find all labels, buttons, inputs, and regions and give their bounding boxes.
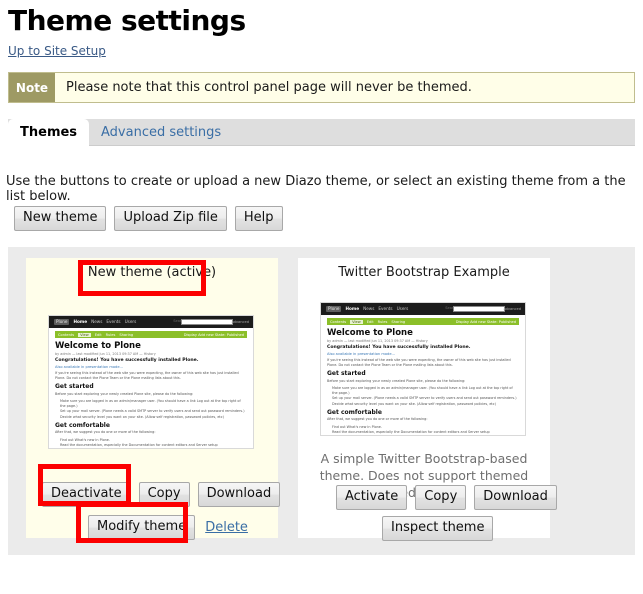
- thumb-nav-news: News: [91, 319, 102, 325]
- theme-card-title: New theme (active): [26, 265, 278, 280]
- thumb-edit-tab-sharing: Sharing: [391, 320, 405, 324]
- note-message: Please note that this control panel page…: [55, 73, 634, 102]
- thumb-top-bar: Plone Home News Events Users Search... a…: [321, 303, 525, 315]
- thumb-list-item: Set up your mail server. (Plone needs a …: [55, 409, 247, 414]
- thumb-meta: by admin — last modified Jun 11, 2013 09…: [327, 339, 519, 343]
- copy-button[interactable]: Copy: [139, 482, 190, 507]
- inspect-theme-button[interactable]: Inspect theme: [382, 516, 493, 541]
- thumb-get-started-paragraph: Before you start exploring your newly cr…: [327, 379, 519, 384]
- thumb-congrats: Congratulations! You have successfully i…: [55, 358, 247, 363]
- thumb-logo: Plone: [54, 319, 69, 325]
- thumb-presentation-link: Also available in presentation mode…: [327, 352, 519, 356]
- thumb-get-started-heading: Get started: [327, 370, 519, 377]
- thumb-nav-home: Home: [345, 306, 359, 312]
- tab-bar: Themes Advanced settings: [8, 119, 635, 146]
- thumb-edit-tab-edit: Edit: [95, 333, 102, 337]
- thumb-search-field: [453, 306, 505, 312]
- thumb-get-comfortable-paragraph: After that, we suggest you do one or mor…: [55, 430, 247, 435]
- theme-card-secondary-actions: Inspect theme: [382, 516, 493, 541]
- theme-card-secondary-actions: Modify theme Delete: [88, 515, 248, 540]
- thumb-nav-home: Home: [73, 319, 87, 325]
- thumb-nav-events: Events: [106, 319, 120, 325]
- tab-themes[interactable]: Themes: [8, 119, 89, 146]
- thumb-top-bar: Plone Home News Events Users Search... a…: [49, 316, 253, 328]
- thumb-list-item: Read the documentation, especially the D…: [327, 430, 519, 436]
- thumb-list-item: Read the documentation, especially the D…: [55, 443, 247, 449]
- theme-card-new-theme[interactable]: New theme (active) Plone Home News Event…: [26, 258, 278, 538]
- thumb-nav-news: News: [363, 306, 374, 312]
- thumb-intro-paragraph: If you're seeing this instead of the web…: [55, 371, 247, 380]
- delete-link[interactable]: Delete: [205, 520, 248, 535]
- thumb-edit-bar: Contents View Edit Rules Sharing Display…: [327, 318, 519, 325]
- thumb-congrats: Congratulations! You have successfully i…: [327, 345, 519, 350]
- themes-panel: New theme (active) Plone Home News Event…: [8, 247, 635, 555]
- theme-preview-thumbnail: Plone Home News Events Users Search... a…: [48, 315, 254, 449]
- thumb-list-item: Decide what security level you want on y…: [327, 402, 519, 407]
- up-to-site-setup-link[interactable]: Up to Site Setup: [8, 44, 106, 58]
- thumb-edit-tab-view: View: [350, 320, 363, 324]
- thumb-list-item: Make sure you are logged in as an admin/…: [327, 386, 519, 395]
- thumb-edit-menus: Display Add new State: Published: [184, 333, 244, 337]
- download-button[interactable]: Download: [198, 482, 281, 507]
- theme-card-twitter-bootstrap-example[interactable]: Twitter Bootstrap Example Plone Home New…: [298, 258, 550, 538]
- thumb-search-field: [181, 319, 233, 325]
- thumb-presentation-link: Also available in presentation mode…: [55, 365, 247, 369]
- toolbar: New theme Upload Zip file Help: [14, 206, 283, 231]
- thumb-get-comfortable-heading: Get comfortable: [327, 409, 519, 416]
- theme-card-primary-actions: Deactivate Copy Download: [42, 482, 280, 507]
- thumb-nav-events: Events: [378, 306, 392, 312]
- thumb-edit-tab-view: View: [78, 333, 91, 337]
- theme-card-primary-actions: Activate Copy Download: [336, 485, 557, 510]
- page-title: Theme settings: [8, 6, 246, 36]
- download-button[interactable]: Download: [474, 485, 557, 510]
- thumb-get-started-paragraph: Before you start exploring your newly cr…: [55, 392, 247, 397]
- thumb-list-item: Find out What's new in Plone.: [327, 425, 519, 430]
- tab-advanced-settings[interactable]: Advanced settings: [89, 119, 233, 146]
- thumb-nav-users: Users: [397, 306, 409, 312]
- thumb-edit-tab-contents: Contents: [330, 320, 346, 324]
- thumb-edit-tab-rules: Rules: [106, 333, 116, 337]
- thumb-meta: by admin — last modified Jun 11, 2013 09…: [55, 352, 247, 356]
- thumb-body: Welcome to Plone by admin — last modifie…: [321, 325, 525, 436]
- thumb-get-started-heading: Get started: [55, 383, 247, 390]
- thumb-get-comfortable-heading: Get comfortable: [55, 422, 247, 429]
- thumb-body: Welcome to Plone by admin — last modifie…: [49, 338, 253, 449]
- theme-settings-page: Theme settings Up to Site Setup Note Ple…: [0, 0, 643, 594]
- thumb-edit-bar: Contents View Edit Rules Sharing Display…: [55, 331, 247, 338]
- new-theme-button[interactable]: New theme: [14, 206, 106, 231]
- thumb-list-item: Set up your mail server. (Plone needs a …: [327, 396, 519, 401]
- thumb-get-comfortable-paragraph: After that, we suggest you do one or mor…: [327, 417, 519, 422]
- thumb-user-label: advanced: [231, 320, 249, 324]
- thumb-edit-tab-rules: Rules: [378, 320, 388, 324]
- thumb-edit-tab-sharing: Sharing: [119, 333, 133, 337]
- intro-text: Use the buttons to create or upload a ne…: [6, 174, 643, 204]
- copy-button[interactable]: Copy: [415, 485, 466, 510]
- thumb-list-item: Make sure you are logged in as an admin/…: [55, 399, 247, 408]
- theme-preview-thumbnail: Plone Home News Events Users Search... a…: [320, 302, 526, 436]
- thumb-user-label: advanced: [503, 307, 521, 311]
- deactivate-button[interactable]: Deactivate: [42, 482, 131, 507]
- thumb-intro-paragraph: If you're seeing this instead of the web…: [327, 358, 519, 367]
- thumb-nav-users: Users: [125, 319, 137, 325]
- help-button[interactable]: Help: [235, 206, 283, 231]
- theme-card-title: Twitter Bootstrap Example: [298, 265, 550, 280]
- thumb-logo: Plone: [326, 306, 341, 312]
- modify-theme-button[interactable]: Modify theme: [88, 515, 195, 540]
- thumb-edit-tab-contents: Contents: [58, 333, 74, 337]
- activate-button[interactable]: Activate: [336, 485, 407, 510]
- thumb-list-item: Find out What's new in Plone.: [55, 438, 247, 443]
- note-bar: Note Please note that this control panel…: [8, 72, 635, 103]
- thumb-list-item: Decide what security level you want on y…: [55, 415, 247, 420]
- thumb-edit-menus: Display Add new State: Published: [456, 320, 516, 324]
- note-badge: Note: [9, 73, 55, 102]
- thumb-heading: Welcome to Plone: [327, 328, 519, 338]
- upload-zip-file-button[interactable]: Upload Zip file: [114, 206, 226, 231]
- thumb-edit-tab-edit: Edit: [367, 320, 374, 324]
- thumb-heading: Welcome to Plone: [55, 341, 247, 351]
